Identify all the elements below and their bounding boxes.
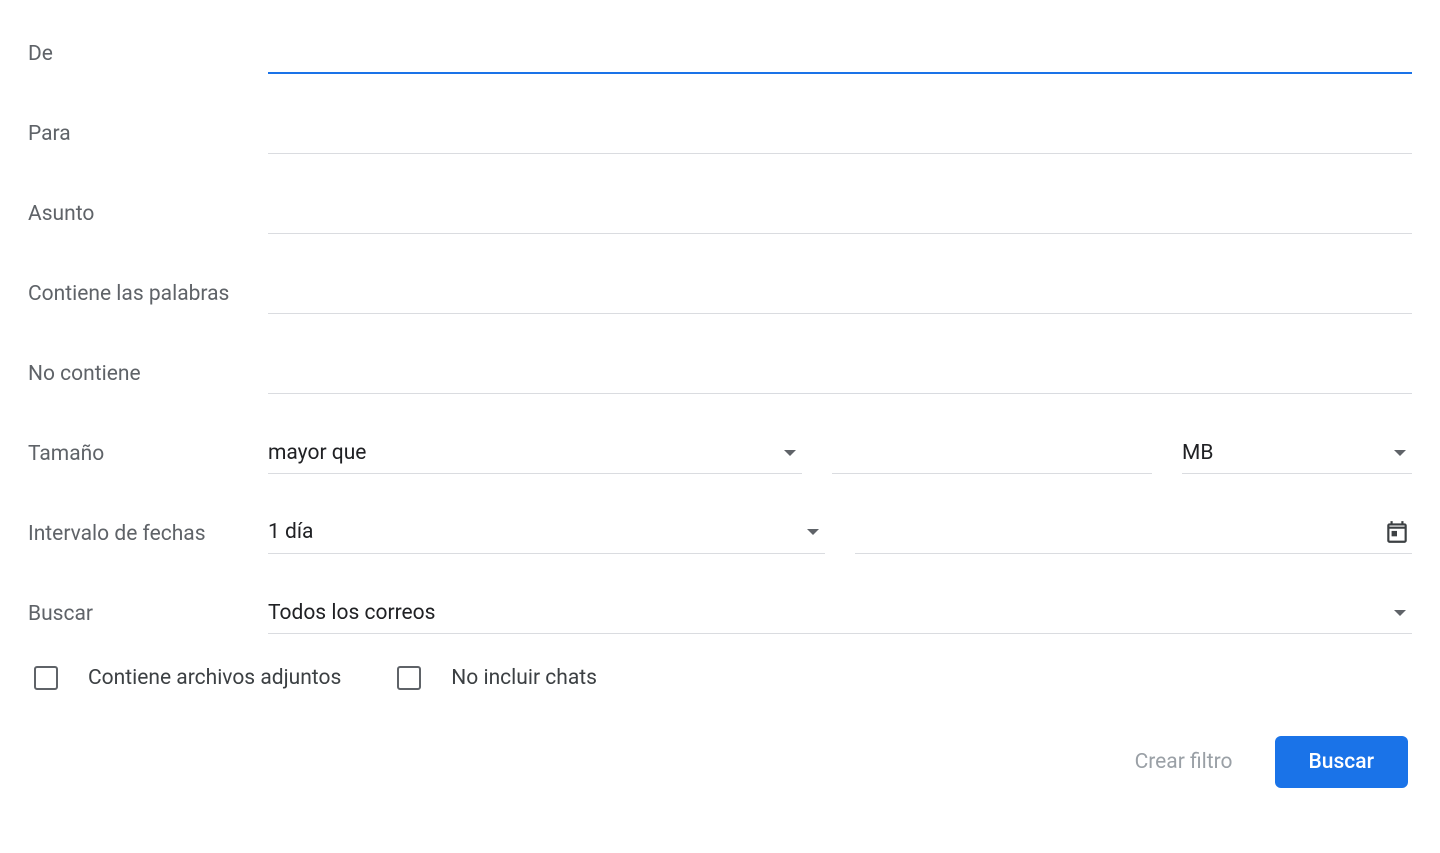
checkbox-has-attachment[interactable]: Contiene archivos adjuntos — [34, 666, 341, 690]
actions-row: Crear filtro Buscar — [28, 736, 1412, 788]
search-button[interactable]: Buscar — [1275, 736, 1408, 788]
caret-down-icon — [807, 529, 819, 535]
row-to: Para — [28, 106, 1412, 154]
select-date-range[interactable]: 1 día — [268, 513, 825, 554]
label-has-words: Contiene las palabras — [28, 281, 268, 314]
create-filter-button[interactable]: Crear filtro — [1127, 740, 1241, 784]
label-date-range: Intervalo de fechas — [28, 521, 268, 554]
row-from: De — [28, 26, 1412, 74]
row-size: Tamaño mayor que MB — [28, 426, 1412, 474]
label-from: De — [28, 41, 268, 74]
select-size-comparator[interactable]: mayor que — [268, 435, 802, 474]
calendar-icon — [1384, 519, 1410, 545]
advanced-search-form: De Para Asunto Contiene las palabras No … — [28, 26, 1412, 788]
size-unit-value: MB — [1182, 441, 1386, 465]
row-subject: Asunto — [28, 186, 1412, 234]
row-date-range: Intervalo de fechas 1 día — [28, 506, 1412, 554]
checkbox-label-exclude-chats: No incluir chats — [451, 666, 597, 690]
input-from[interactable] — [268, 34, 1412, 74]
input-size-number[interactable] — [832, 435, 1152, 474]
checkbox-exclude-chats[interactable]: No incluir chats — [397, 666, 597, 690]
search-in-value: Todos los correos — [268, 601, 1386, 625]
input-subject[interactable] — [268, 195, 1412, 234]
checkbox-box-icon — [397, 666, 421, 690]
select-search-in[interactable]: Todos los correos — [268, 595, 1412, 634]
caret-down-icon — [1394, 610, 1406, 616]
size-comparator-value: mayor que — [268, 441, 776, 465]
checkbox-label-has-attachment: Contiene archivos adjuntos — [88, 666, 341, 690]
checkbox-row: Contiene archivos adjuntos No incluir ch… — [28, 666, 1412, 690]
caret-down-icon — [784, 450, 796, 456]
label-subject: Asunto — [28, 201, 268, 234]
input-date-picker[interactable] — [855, 513, 1412, 554]
select-size-unit[interactable]: MB — [1182, 435, 1412, 474]
date-range-value: 1 día — [268, 520, 799, 544]
input-has-words[interactable] — [268, 275, 1412, 314]
label-search-in: Buscar — [28, 601, 268, 634]
input-to[interactable] — [268, 115, 1412, 154]
label-not-has: No contiene — [28, 361, 268, 394]
label-size: Tamaño — [28, 441, 268, 474]
label-to: Para — [28, 121, 268, 154]
row-not-has: No contiene — [28, 346, 1412, 394]
row-search-in: Buscar Todos los correos — [28, 586, 1412, 634]
row-has-words: Contiene las palabras — [28, 266, 1412, 314]
input-not-has[interactable] — [268, 355, 1412, 394]
checkbox-box-icon — [34, 666, 58, 690]
caret-down-icon — [1394, 450, 1406, 456]
